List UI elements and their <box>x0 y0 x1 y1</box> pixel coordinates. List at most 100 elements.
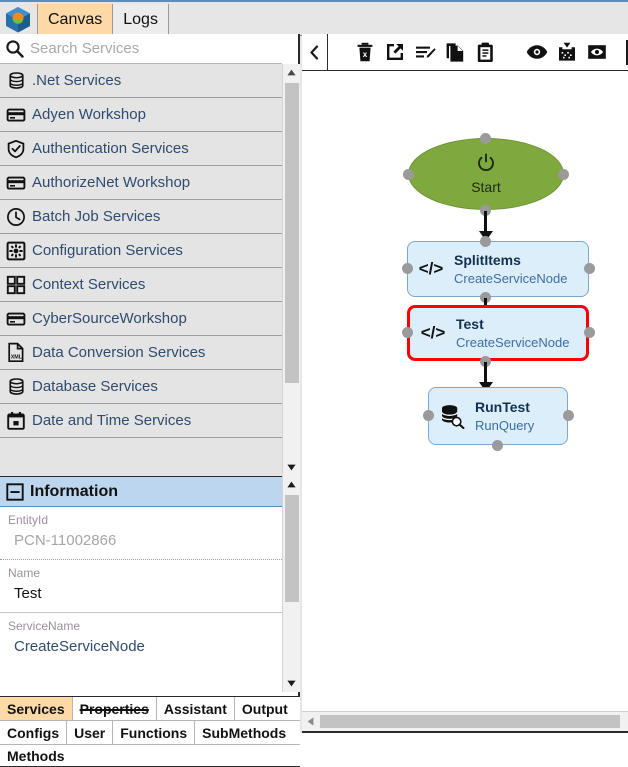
node-port[interactable] <box>584 327 595 338</box>
node-subtitle: CreateServiceNode <box>456 334 570 350</box>
information-panel: Information EntityId PCN-11002866 Name T… <box>0 476 282 692</box>
node-port[interactable] <box>584 263 595 274</box>
application-window: Canvas Logs Search Services .Net Service… <box>0 0 628 767</box>
tab-assistant[interactable]: Assistant <box>157 697 235 720</box>
node-port[interactable] <box>558 169 569 180</box>
list-item[interactable]: Authentication Services <box>0 132 282 166</box>
node-text: RunTest RunQuery <box>475 398 534 434</box>
list-item-label: Date and Time Services <box>32 412 192 429</box>
scrollbar-thumb[interactable] <box>285 495 299 602</box>
canvas-node-start[interactable]: Start <box>408 138 564 210</box>
scroll-down-arrow-icon[interactable] <box>283 459 300 476</box>
field-value[interactable]: Test <box>0 582 282 606</box>
services-list[interactable]: .Net Services Adyen Workshop Authenticat… <box>0 64 282 476</box>
node-port[interactable] <box>563 410 574 421</box>
list-item-label: Database Services <box>32 378 158 395</box>
connector-start-splititems <box>484 211 487 233</box>
node-title: RunTest <box>475 398 530 415</box>
list-item[interactable]: Date and Time Services <box>0 404 282 438</box>
node-text: SplitItems CreateServiceNode <box>454 251 567 287</box>
bottom-tabs-row-2: Configs User Functions SubMethods <box>0 720 300 744</box>
scroll-up-arrow-icon[interactable] <box>283 64 300 81</box>
services-list-scrollbar[interactable] <box>282 64 300 476</box>
connector-test-runtest <box>484 362 487 384</box>
delete-trash-icon[interactable]: x <box>350 34 380 70</box>
credit-card-icon <box>0 105 32 125</box>
list-item[interactable]: Configuration Services <box>0 234 282 268</box>
tab-properties[interactable]: Properties <box>73 697 157 720</box>
gear-icon <box>0 241 32 261</box>
credit-card-icon <box>0 173 32 193</box>
eye-icon[interactable] <box>522 34 552 70</box>
chevron-left-icon[interactable] <box>302 34 328 70</box>
field-label: EntityId <box>8 513 49 527</box>
tab-canvas[interactable]: Canvas <box>37 4 114 36</box>
list-item[interactable]: XML Data Conversion Services <box>0 336 282 370</box>
information-panel-scrollbar[interactable] <box>282 476 300 692</box>
workflow-canvas[interactable]: Start </> SplitItems CreateServiceNode <… <box>302 71 628 733</box>
paste-clipboard-icon[interactable] <box>470 34 500 70</box>
open-external-icon[interactable] <box>380 34 410 70</box>
list-item[interactable]: Adyen Workshop <box>0 98 282 132</box>
tab-methods[interactable]: Methods <box>0 745 72 766</box>
edit-list-icon[interactable] <box>410 34 440 70</box>
calendar-icon <box>0 411 32 431</box>
field-value[interactable]: PCN-11002866 <box>0 529 282 553</box>
scrollbar-thumb[interactable] <box>285 83 299 383</box>
list-item[interactable]: Database Services <box>0 370 282 404</box>
node-subtitle: RunQuery <box>475 417 535 433</box>
shield-check-icon <box>0 139 32 159</box>
import-download-icon[interactable] <box>552 34 582 70</box>
field-label: ServiceName <box>8 619 81 633</box>
scroll-up-arrow-icon[interactable] <box>283 476 300 493</box>
eye-box-icon[interactable] <box>582 34 612 70</box>
list-item[interactable]: .Net Services <box>0 64 282 98</box>
field-label: Name <box>8 566 41 580</box>
field-entityid: EntityId PCN-11002866 <box>0 507 282 560</box>
list-item-label: .Net Services <box>32 72 122 89</box>
node-port[interactable] <box>480 133 491 144</box>
canvas-node-test[interactable]: </> Test CreateServiceNode <box>407 305 589 361</box>
tab-services[interactable]: Services <box>0 697 73 720</box>
scroll-left-arrow-icon[interactable] <box>302 712 319 730</box>
node-text: Test CreateServiceNode <box>456 315 569 351</box>
node-title: Start <box>471 179 501 195</box>
tab-logs[interactable]: Logs <box>113 4 169 36</box>
canvas-horizontal-scrollbar[interactable] <box>302 711 628 731</box>
list-item[interactable]: CyberSourceWorkshop <box>0 302 282 336</box>
information-title: Information <box>30 482 118 500</box>
node-port[interactable] <box>480 236 491 247</box>
canvas-node-runtest[interactable]: RunTest RunQuery <box>428 387 568 445</box>
list-item-label: Configuration Services <box>32 242 183 259</box>
left-panel: .Net Services Adyen Workshop <box>0 34 300 767</box>
search-input[interactable] <box>28 39 272 58</box>
node-port[interactable] <box>403 169 414 180</box>
canvas-node-splititems[interactable]: </> SplitItems CreateServiceNode <box>407 241 589 297</box>
list-item-label: Authentication Services <box>32 140 189 157</box>
svg-text:x: x <box>363 50 368 59</box>
database-icon <box>0 377 32 396</box>
list-item[interactable]: Batch Job Services <box>0 200 282 234</box>
node-port[interactable] <box>492 440 503 451</box>
database-icon <box>0 71 32 90</box>
node-port[interactable] <box>402 327 413 338</box>
list-item-label: Batch Job Services <box>32 208 161 225</box>
node-title: Test <box>456 315 484 332</box>
node-port[interactable] <box>423 410 434 421</box>
search-icon <box>0 39 28 58</box>
search-row <box>0 34 282 64</box>
field-value[interactable]: CreateServiceNode <box>0 635 282 659</box>
list-item[interactable]: Context Services <box>0 268 282 302</box>
node-port[interactable] <box>402 263 413 274</box>
code-icon: </> <box>420 323 446 342</box>
scrollbar-thumb[interactable] <box>320 715 620 728</box>
minus-box-icon[interactable] <box>0 482 30 501</box>
list-item-label: CyberSourceWorkshop <box>32 310 187 327</box>
list-item-label: Adyen Workshop <box>32 106 146 123</box>
copy-icon[interactable] <box>440 34 470 70</box>
scroll-down-arrow-icon[interactable] <box>283 675 300 692</box>
list-item[interactable]: AuthorizeNet Workshop <box>0 166 282 200</box>
tab-output[interactable]: Output <box>235 697 295 720</box>
svg-text:XML: XML <box>11 354 23 360</box>
information-header[interactable]: Information <box>0 477 282 507</box>
